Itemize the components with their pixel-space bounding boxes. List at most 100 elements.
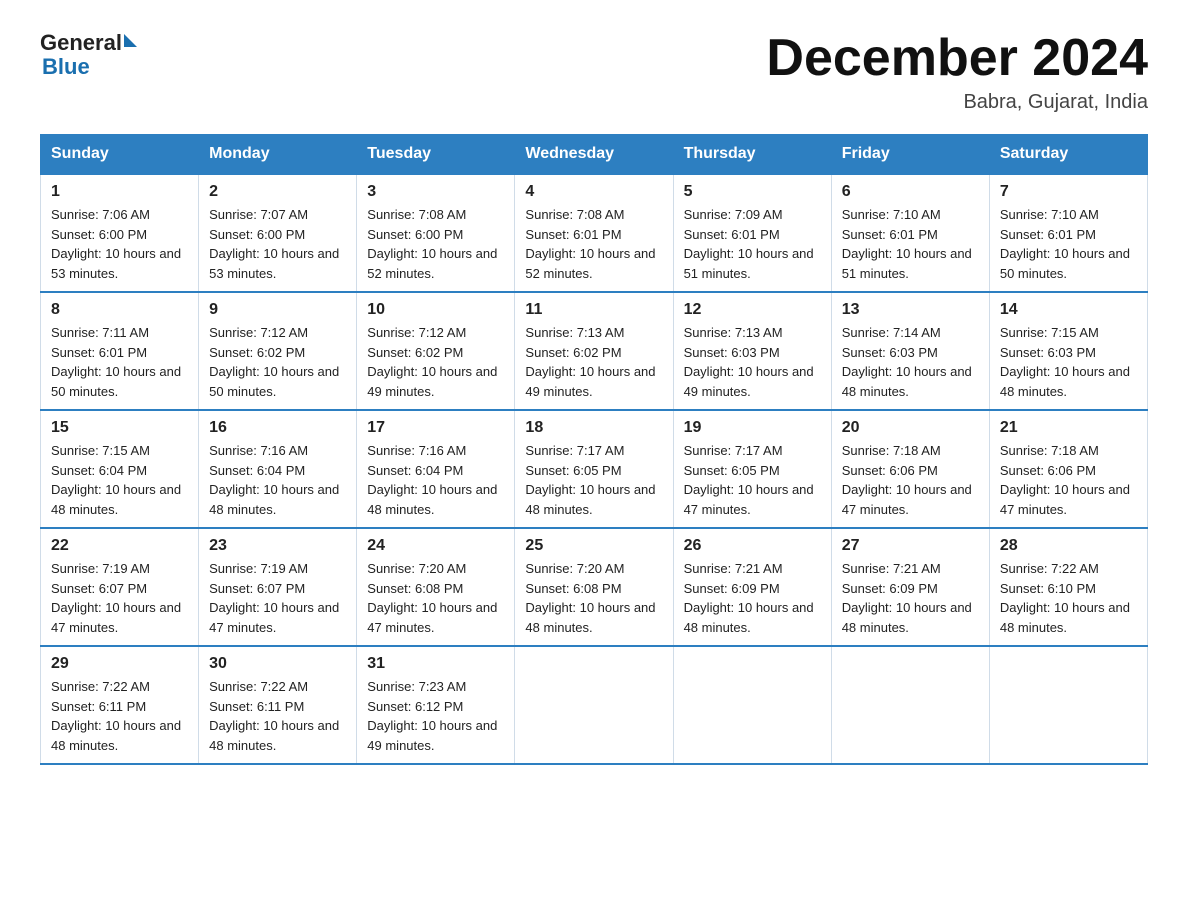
calendar-cell [831, 646, 989, 764]
day-info: Sunrise: 7:07 AMSunset: 6:00 PMDaylight:… [209, 207, 339, 281]
day-number: 16 [209, 419, 346, 437]
calendar-cell: 4 Sunrise: 7:08 AMSunset: 6:01 PMDaylight… [515, 174, 673, 292]
day-number: 10 [367, 301, 504, 319]
day-number: 28 [1000, 537, 1137, 555]
col-header-friday: Friday [831, 135, 989, 175]
calendar-cell: 16 Sunrise: 7:16 AMSunset: 6:04 PMDayligh… [199, 410, 357, 528]
calendar-cell: 28 Sunrise: 7:22 AMSunset: 6:10 PMDayligh… [989, 528, 1147, 646]
day-info: Sunrise: 7:06 AMSunset: 6:00 PMDaylight:… [51, 207, 181, 281]
calendar-cell: 13 Sunrise: 7:14 AMSunset: 6:03 PMDayligh… [831, 292, 989, 410]
col-header-thursday: Thursday [673, 135, 831, 175]
day-info: Sunrise: 7:17 AMSunset: 6:05 PMDaylight:… [684, 443, 814, 517]
day-number: 9 [209, 301, 346, 319]
day-number: 26 [684, 537, 821, 555]
calendar-cell: 25 Sunrise: 7:20 AMSunset: 6:08 PMDayligh… [515, 528, 673, 646]
day-number: 22 [51, 537, 188, 555]
day-info: Sunrise: 7:14 AMSunset: 6:03 PMDaylight:… [842, 325, 972, 399]
day-number: 3 [367, 183, 504, 201]
location-label: Babra, Gujarat, India [766, 91, 1148, 114]
day-info: Sunrise: 7:22 AMSunset: 6:10 PMDaylight:… [1000, 561, 1130, 635]
day-info: Sunrise: 7:19 AMSunset: 6:07 PMDaylight:… [51, 561, 181, 635]
calendar-week-row: 22 Sunrise: 7:19 AMSunset: 6:07 PMDayligh… [41, 528, 1148, 646]
day-info: Sunrise: 7:11 AMSunset: 6:01 PMDaylight:… [51, 325, 181, 399]
day-number: 11 [525, 301, 662, 319]
day-number: 24 [367, 537, 504, 555]
day-info: Sunrise: 7:08 AMSunset: 6:01 PMDaylight:… [525, 207, 655, 281]
col-header-saturday: Saturday [989, 135, 1147, 175]
day-number: 25 [525, 537, 662, 555]
day-number: 23 [209, 537, 346, 555]
day-info: Sunrise: 7:12 AMSunset: 6:02 PMDaylight:… [367, 325, 497, 399]
calendar-cell: 5Sunrise: 7:09 AMSunset: 6:01 PMDaylight… [673, 174, 831, 292]
calendar-cell: 7 Sunrise: 7:10 AMSunset: 6:01 PMDaylight… [989, 174, 1147, 292]
calendar-cell: 3 Sunrise: 7:08 AMSunset: 6:00 PMDaylight… [357, 174, 515, 292]
day-info: Sunrise: 7:08 AMSunset: 6:00 PMDaylight:… [367, 207, 497, 281]
day-info: Sunrise: 7:15 AMSunset: 6:04 PMDaylight:… [51, 443, 181, 517]
day-info: Sunrise: 7:22 AMSunset: 6:11 PMDaylight:… [209, 679, 339, 753]
day-number: 30 [209, 655, 346, 673]
day-info: Sunrise: 7:10 AMSunset: 6:01 PMDaylight:… [1000, 207, 1130, 281]
calendar-cell: 18 Sunrise: 7:17 AMSunset: 6:05 PMDayligh… [515, 410, 673, 528]
calendar-cell: 14 Sunrise: 7:15 AMSunset: 6:03 PMDayligh… [989, 292, 1147, 410]
page-header: General Blue December 2024 Babra, Gujara… [40, 30, 1148, 114]
day-info: Sunrise: 7:10 AMSunset: 6:01 PMDaylight:… [842, 207, 972, 281]
calendar-cell: 22 Sunrise: 7:19 AMSunset: 6:07 PMDayligh… [41, 528, 199, 646]
col-header-sunday: Sunday [41, 135, 199, 175]
calendar-cell [989, 646, 1147, 764]
day-info: Sunrise: 7:22 AMSunset: 6:11 PMDaylight:… [51, 679, 181, 753]
day-number: 2 [209, 183, 346, 201]
calendar-cell: 27Sunrise: 7:21 AMSunset: 6:09 PMDayligh… [831, 528, 989, 646]
day-info: Sunrise: 7:18 AMSunset: 6:06 PMDaylight:… [1000, 443, 1130, 517]
calendar-cell: 20 Sunrise: 7:18 AMSunset: 6:06 PMDayligh… [831, 410, 989, 528]
day-number: 17 [367, 419, 504, 437]
calendar-cell: 6 Sunrise: 7:10 AMSunset: 6:01 PMDaylight… [831, 174, 989, 292]
day-number: 15 [51, 419, 188, 437]
calendar-cell: 2 Sunrise: 7:07 AMSunset: 6:00 PMDaylight… [199, 174, 357, 292]
calendar-cell [515, 646, 673, 764]
day-number: 1 [51, 183, 188, 201]
col-header-wednesday: Wednesday [515, 135, 673, 175]
calendar-header-row: SundayMondayTuesdayWednesdayThursdayFrid… [41, 135, 1148, 175]
logo-blue-text: Blue [42, 54, 90, 80]
day-number: 6 [842, 183, 979, 201]
day-number: 29 [51, 655, 188, 673]
calendar-cell: 15 Sunrise: 7:15 AMSunset: 6:04 PMDayligh… [41, 410, 199, 528]
day-number: 12 [684, 301, 821, 319]
day-number: 31 [367, 655, 504, 673]
calendar-week-row: 8 Sunrise: 7:11 AMSunset: 6:01 PMDaylight… [41, 292, 1148, 410]
calendar-cell [673, 646, 831, 764]
calendar-cell: 30 Sunrise: 7:22 AMSunset: 6:11 PMDayligh… [199, 646, 357, 764]
day-number: 7 [1000, 183, 1137, 201]
calendar-cell: 17 Sunrise: 7:16 AMSunset: 6:04 PMDayligh… [357, 410, 515, 528]
month-title: December 2024 [766, 30, 1148, 87]
day-info: Sunrise: 7:13 AMSunset: 6:02 PMDaylight:… [525, 325, 655, 399]
day-info: Sunrise: 7:17 AMSunset: 6:05 PMDaylight:… [525, 443, 655, 517]
logo-arrow-icon [124, 34, 137, 47]
calendar-cell: 9Sunrise: 7:12 AMSunset: 6:02 PMDaylight… [199, 292, 357, 410]
day-info: Sunrise: 7:16 AMSunset: 6:04 PMDaylight:… [209, 443, 339, 517]
day-number: 4 [525, 183, 662, 201]
calendar-week-row: 29 Sunrise: 7:22 AMSunset: 6:11 PMDayligh… [41, 646, 1148, 764]
calendar-cell: 19 Sunrise: 7:17 AMSunset: 6:05 PMDayligh… [673, 410, 831, 528]
day-number: 13 [842, 301, 979, 319]
col-header-tuesday: Tuesday [357, 135, 515, 175]
calendar-cell: 8 Sunrise: 7:11 AMSunset: 6:01 PMDaylight… [41, 292, 199, 410]
day-info: Sunrise: 7:23 AMSunset: 6:12 PMDaylight:… [367, 679, 497, 753]
day-info: Sunrise: 7:20 AMSunset: 6:08 PMDaylight:… [525, 561, 655, 635]
calendar-cell: 21 Sunrise: 7:18 AMSunset: 6:06 PMDayligh… [989, 410, 1147, 528]
day-info: Sunrise: 7:18 AMSunset: 6:06 PMDaylight:… [842, 443, 972, 517]
logo-general-text: General [40, 30, 122, 56]
day-info: Sunrise: 7:15 AMSunset: 6:03 PMDaylight:… [1000, 325, 1130, 399]
day-info: Sunrise: 7:09 AMSunset: 6:01 PMDaylight:… [684, 207, 814, 281]
day-info: Sunrise: 7:16 AMSunset: 6:04 PMDaylight:… [367, 443, 497, 517]
day-number: 8 [51, 301, 188, 319]
title-block: December 2024 Babra, Gujarat, India [766, 30, 1148, 114]
calendar-cell: 26Sunrise: 7:21 AMSunset: 6:09 PMDayligh… [673, 528, 831, 646]
day-number: 21 [1000, 419, 1137, 437]
day-number: 20 [842, 419, 979, 437]
day-number: 14 [1000, 301, 1137, 319]
calendar-week-row: 1 Sunrise: 7:06 AMSunset: 6:00 PMDaylight… [41, 174, 1148, 292]
day-number: 18 [525, 419, 662, 437]
day-number: 19 [684, 419, 821, 437]
col-header-monday: Monday [199, 135, 357, 175]
